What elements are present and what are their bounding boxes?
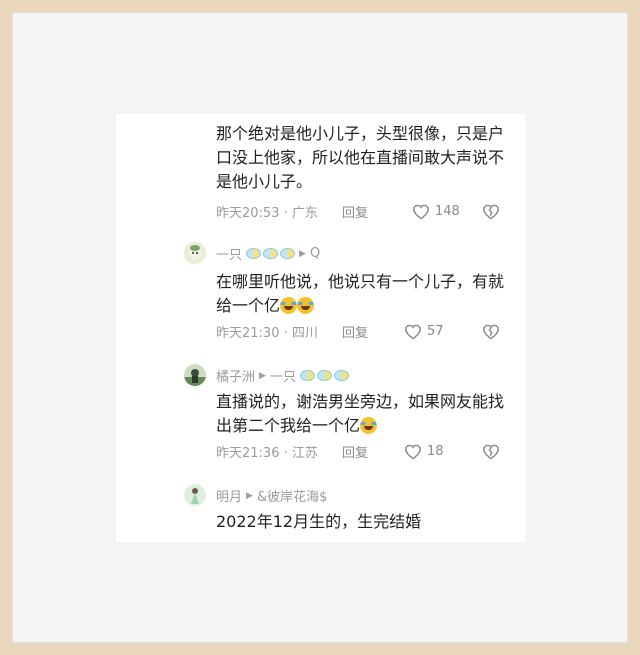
avatar[interactable] [184, 242, 206, 264]
dislike-button[interactable] [482, 204, 500, 220]
comment-meta: 昨天21:30 · 四川 回复 57 [216, 322, 506, 341]
like-button[interactable]: 18 [404, 444, 444, 460]
broken-heart-icon [482, 444, 500, 459]
user-line: 一只 ▶ Q [216, 244, 320, 263]
reply-arrow-icon: ▶ [259, 370, 266, 381]
avatar[interactable] [184, 364, 206, 386]
comment-meta: 昨天20:53 · 广东 回复 148 [216, 202, 506, 221]
heart-icon [412, 204, 430, 219]
comment-time: 昨天21:36 · 江苏 [216, 446, 318, 461]
laughing-crying-emoji [297, 297, 315, 314]
broken-heart-icon [482, 324, 500, 339]
like-count: 148 [435, 204, 460, 219]
comment-text: 那个绝对是他小儿子，头型很像，只是户口没上他家，所以他在直播间敢大声说不是他小儿… [216, 124, 505, 191]
fish-badge-icon [246, 248, 296, 259]
username[interactable]: 橘子洲 [216, 366, 255, 385]
username[interactable]: 明月 [216, 486, 242, 505]
reply-to-user[interactable]: 一只 [270, 366, 296, 385]
comment-time: 昨天20:53 · 广东 [216, 206, 318, 221]
comment-time: 昨天21:30 · 四川 [216, 326, 318, 341]
like-button[interactable]: 57 [404, 324, 444, 340]
user-line: 橘子洲 ▶ 一只 [216, 366, 349, 385]
heart-icon [404, 324, 422, 339]
comment-text: 2022年12月生的，生完结婚 [216, 512, 422, 531]
comment-meta: 昨天21:36 · 江苏 回复 18 [216, 442, 506, 461]
comment-list: 那个绝对是他小儿子，头型很像，只是户口没上他家，所以他在直播间敢大声说不是他小儿… [116, 114, 526, 542]
reply-to-user[interactable]: &彼岸花海$ [257, 486, 327, 505]
dislike-button[interactable] [482, 444, 500, 460]
reply-arrow-icon: ▶ [246, 490, 253, 501]
dislike-button[interactable] [482, 324, 500, 340]
heart-icon [404, 444, 422, 459]
username[interactable]: 一只 [216, 244, 242, 263]
reply-to-user[interactable]: Q [310, 246, 320, 261]
broken-heart-icon [482, 204, 500, 219]
reply-arrow-icon: ▶ [299, 248, 306, 259]
user-line: 明月 ▶ &彼岸花海$ [216, 486, 327, 505]
laughing-crying-emoji [280, 297, 298, 314]
comment-text: 直播说的，谢浩男坐旁边，如果网友能找出第二个我给一个亿 [216, 390, 506, 438]
comment-text: 在哪里听他说，他说只有一个儿子，有就给一个亿 [216, 270, 506, 318]
fish-badge-icon [299, 370, 349, 381]
reply-button[interactable]: 回复 [342, 202, 368, 221]
like-count: 18 [427, 444, 444, 459]
reply-button[interactable]: 回复 [342, 442, 368, 461]
comment-text-content: 在哪里听他说，他说只有一个儿子，有就给一个亿 [216, 272, 505, 315]
like-button[interactable]: 148 [412, 204, 460, 220]
like-count: 57 [427, 324, 444, 339]
reply-button[interactable]: 回复 [342, 322, 368, 341]
avatar[interactable] [184, 484, 206, 506]
laughing-crying-emoji [360, 417, 378, 434]
